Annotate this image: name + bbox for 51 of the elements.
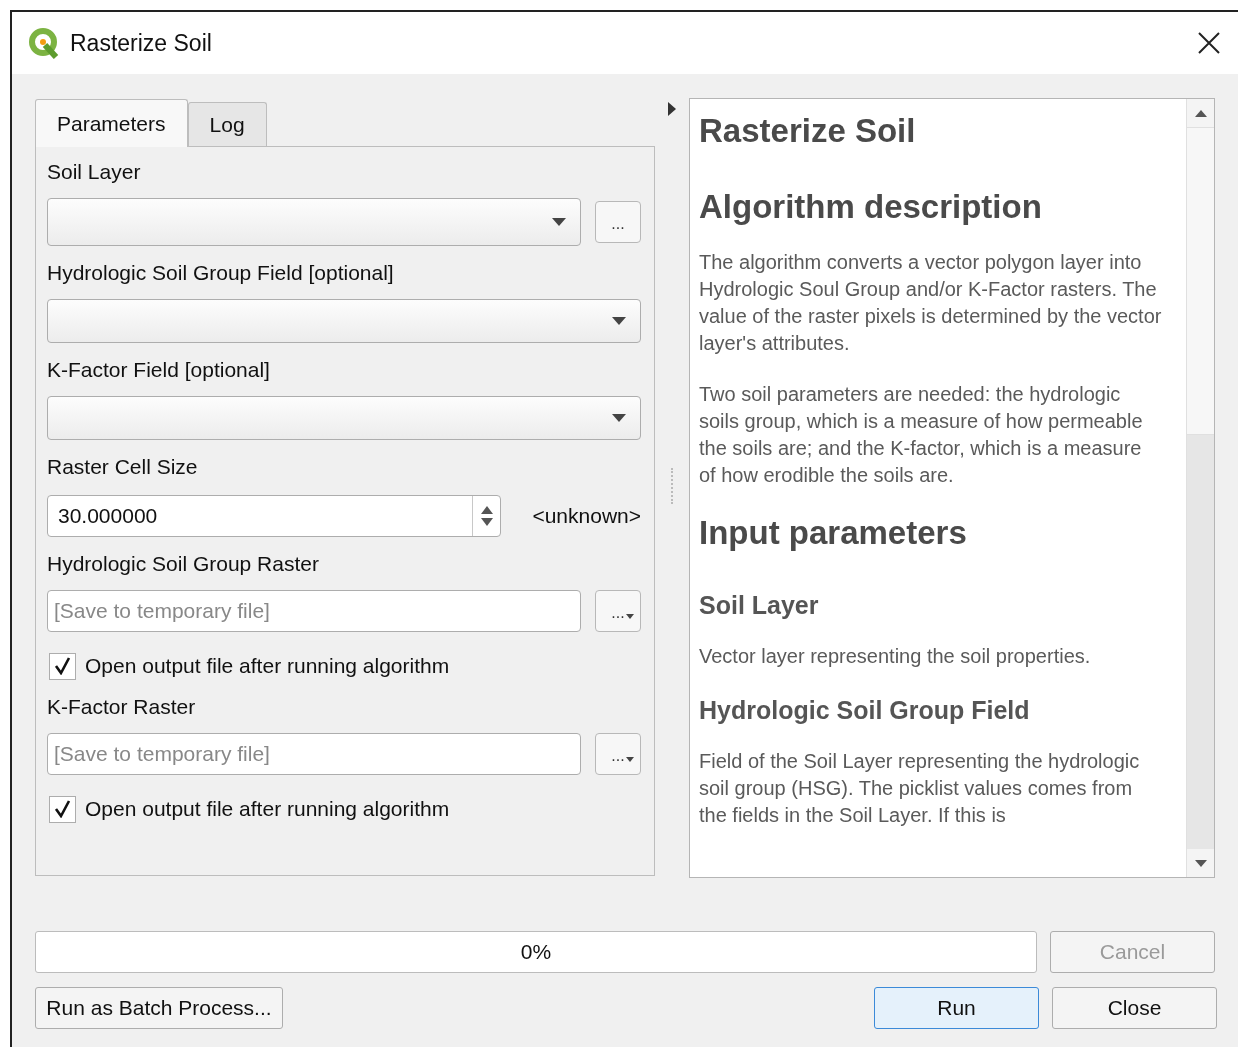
checkbox[interactable] <box>49 652 76 680</box>
help-subheading: Soil Layer <box>699 590 820 621</box>
parameter-label: Hydrologic Soil Group Raster <box>47 551 320 577</box>
scrollbar[interactable] <box>1186 99 1214 877</box>
close-icon[interactable] <box>1198 32 1220 54</box>
check-icon <box>54 800 71 818</box>
parameter-label: K-Factor Field [optional] <box>47 357 271 383</box>
output-file-field[interactable]: [Save to temporary file] <box>47 733 581 775</box>
dropdown-caret-icon <box>552 218 566 226</box>
number-field[interactable]: 30.000000 <box>47 495 501 537</box>
tab[interactable]: Parameters <box>35 99 188 147</box>
window-title: Rasterize Soil <box>70 28 212 58</box>
splitter-handle[interactable] <box>671 468 673 504</box>
dropdown-caret-icon <box>626 757 634 762</box>
dropdown-field[interactable] <box>47 396 641 440</box>
app-logo-icon <box>28 27 60 59</box>
parameter-label: Soil Layer <box>47 159 142 185</box>
parameter-label: Raster Cell Size <box>47 454 199 480</box>
parameter-label: Hydrologic Soil Group Field [optional] <box>47 260 395 286</box>
help-paragraph: Vector layer representing the soil properties. <box>699 644 1092 669</box>
dialog-button[interactable]: Run <box>874 987 1039 1029</box>
checkbox-label: Open output file after running algorithm <box>85 653 450 680</box>
progress-text: 0% <box>520 939 552 966</box>
dropdown-caret-icon <box>612 414 626 422</box>
scroll-up-icon[interactable] <box>1194 109 1207 117</box>
browse-button[interactable]: ... <box>595 733 641 775</box>
dropdown-field[interactable] <box>47 299 641 343</box>
dropdown-caret-icon <box>612 317 626 325</box>
unit-label: <unknown> <box>532 503 641 530</box>
checkbox-label: Open output file after running algorithm <box>85 796 450 823</box>
spinner-arrows-icon <box>480 505 493 527</box>
tab[interactable]: Log <box>187 102 267 146</box>
help-paragraph: Field of the Soil Layer representing the hydrologic soil group (HSG). The picklist values comes from the fields in the Soil Layer. If this is <box>699 749 1141 828</box>
help-paragraph: Two soil parameters are needed: the hydrologic soils group, which is a measure of how permeable the soils are; and the K-factor, which is a measure of how erodible the soils are. <box>699 382 1144 488</box>
expand-arrow-icon[interactable] <box>668 102 676 116</box>
dialog-button[interactable]: Close <box>1052 987 1217 1029</box>
dropdown-field[interactable] <box>47 198 581 246</box>
output-file-field[interactable]: [Save to temporary file] <box>47 590 581 632</box>
help-heading: Algorithm description <box>699 187 1043 227</box>
help-subheading: Hydrologic Soil Group Field <box>699 695 1031 726</box>
browse-button[interactable]: ... <box>595 201 641 243</box>
dropdown-caret-icon <box>626 614 634 619</box>
help-title: Input parameters <box>699 513 968 553</box>
scroll-down-icon[interactable] <box>1194 859 1207 867</box>
parameter-label: K-Factor Raster <box>47 694 197 720</box>
browse-button[interactable]: ... <box>595 590 641 632</box>
check-icon <box>54 657 71 675</box>
help-paragraph: The algorithm converts a vector polygon layer into Hydrologic Soul Group and/or K-Factor rasters. The value of the raster pixels is determined by the vector layer's attributes. <box>699 250 1162 356</box>
dialog-button[interactable]: Run as Batch Process... <box>35 987 283 1029</box>
help-title: Rasterize Soil <box>699 111 917 151</box>
checkbox[interactable] <box>49 795 76 823</box>
